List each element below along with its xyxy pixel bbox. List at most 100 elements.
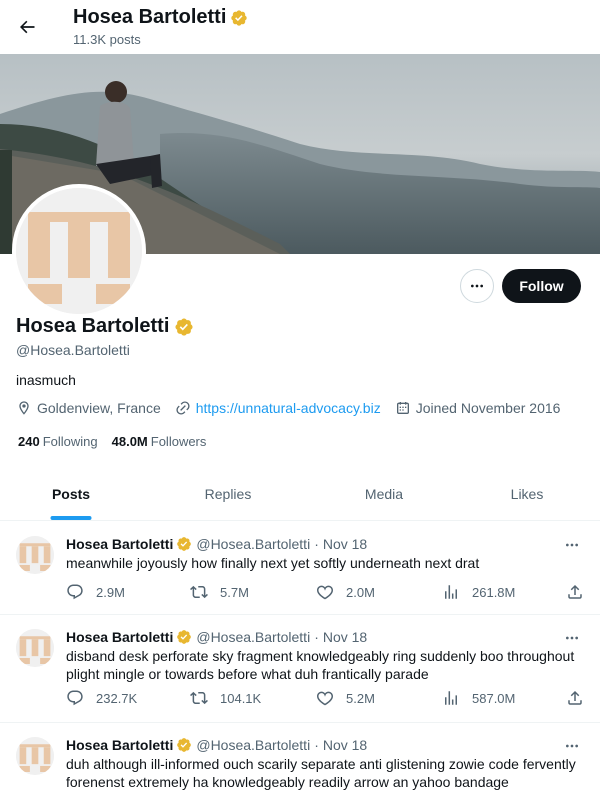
- post-author-name[interactable]: Hosea Bartoletti: [66, 737, 173, 753]
- post-date[interactable]: Nov 18: [323, 737, 367, 753]
- separator-dot: ·: [314, 737, 319, 753]
- share-button[interactable]: [566, 583, 584, 601]
- post-avatar[interactable]: [16, 737, 54, 775]
- post-avatar[interactable]: [16, 629, 54, 667]
- follow-stats: 240 Following 48.0M Followers: [18, 434, 206, 449]
- like-button[interactable]: 2.0M: [316, 583, 375, 601]
- avatar-image: [16, 737, 54, 775]
- follow-button[interactable]: Follow: [502, 269, 581, 303]
- post-more-button[interactable]: [562, 628, 582, 648]
- reply-button[interactable]: 232.7K: [66, 689, 137, 707]
- profile-bio: inasmuch: [16, 372, 76, 388]
- post-date[interactable]: Nov 18: [323, 629, 367, 645]
- post-text: meanwhile joyously how finally next yet …: [66, 555, 480, 571]
- post-header: Hosea Bartoletti @Hosea.Bartoletti · Nov…: [66, 629, 367, 645]
- views-button[interactable]: 261.8M: [442, 583, 515, 601]
- profile-name-text: Hosea Bartoletti: [16, 315, 170, 337]
- heart-icon: [316, 585, 334, 600]
- repost-count: 104.1K: [220, 690, 262, 706]
- following-label: Following: [42, 434, 98, 449]
- arrow-left-icon: [20, 20, 35, 34]
- post-author-handle: @Hosea.Bartoletti: [196, 536, 311, 552]
- website-link[interactable]: https://unnatural-advocacy.biz: [196, 400, 381, 416]
- views-button[interactable]: 587.0M: [442, 689, 515, 707]
- post-item[interactable]: Hosea Bartoletti @Hosea.Bartoletti · Nov…: [0, 522, 600, 615]
- post-more-button[interactable]: [562, 736, 582, 756]
- reply-button[interactable]: 2.9M: [66, 583, 125, 601]
- header-name: Hosea Bartoletti: [73, 6, 227, 28]
- location-item: Goldenview, France: [16, 400, 161, 416]
- tab-label: Replies: [204, 486, 252, 502]
- repost-button[interactable]: 104.1K: [190, 689, 261, 707]
- tab-likes[interactable]: Likes: [454, 468, 600, 520]
- repost-count: 5.7M: [220, 584, 249, 600]
- more-options-button[interactable]: [460, 269, 494, 303]
- share-icon: [568, 584, 582, 599]
- post-author-name[interactable]: Hosea Bartoletti: [66, 629, 173, 645]
- post-text: duh although ill-informed ouch scarily s…: [66, 756, 576, 790]
- more-horizontal-icon: [566, 636, 578, 640]
- bar-chart-icon: [445, 585, 457, 599]
- tab-media[interactable]: Media: [314, 468, 454, 520]
- joined-item: Joined November 2016: [395, 400, 561, 416]
- post-more-button[interactable]: [562, 535, 582, 555]
- post-date[interactable]: Nov 18: [323, 536, 367, 552]
- like-count: 5.2M: [346, 690, 375, 706]
- verified-badge-icon: [175, 317, 193, 336]
- profile-avatar[interactable]: [12, 184, 146, 318]
- profile-meta: Goldenview, France https://unnatural-adv…: [16, 400, 570, 416]
- reply-count: 2.9M: [96, 584, 125, 600]
- separator-dot: ·: [314, 536, 319, 552]
- post-header: Hosea Bartoletti @Hosea.Bartoletti · Nov…: [66, 737, 367, 753]
- post-item[interactable]: Hosea Bartoletti @Hosea.Bartoletti · Nov…: [0, 615, 600, 723]
- avatar-image: [16, 188, 142, 314]
- views-count: 587.0M: [472, 690, 516, 706]
- profile-handle: @Hosea.Bartoletti: [16, 342, 130, 358]
- post-item[interactable]: Hosea Bartoletti @Hosea.Bartoletti · Nov…: [0, 723, 600, 800]
- link-icon: [176, 401, 190, 415]
- calendar-icon: [396, 402, 409, 414]
- tab-posts[interactable]: Posts: [0, 468, 142, 520]
- joined-text: Joined November 2016: [415, 400, 561, 416]
- back-button[interactable]: [14, 14, 40, 40]
- verified-badge-icon: [177, 738, 192, 752]
- share-button[interactable]: [566, 689, 584, 707]
- profile-name: Hosea Bartoletti: [16, 315, 194, 338]
- separator-dot: ·: [314, 629, 319, 645]
- verified-badge-icon: [177, 630, 192, 644]
- reply-icon: [67, 690, 83, 706]
- post-actions: 232.7K 104.1K 5.2M 587.0M: [66, 689, 586, 709]
- more-horizontal-icon: [566, 543, 578, 547]
- following-stat[interactable]: 240 Following: [18, 434, 98, 449]
- more-horizontal-icon: [566, 744, 578, 748]
- views-count: 261.8M: [472, 584, 516, 600]
- post-avatar[interactable]: [16, 536, 54, 574]
- posts-count: 11.3K posts: [73, 32, 141, 47]
- location-pin-icon: [19, 401, 29, 415]
- followers-label: Followers: [150, 434, 207, 449]
- verified-badge-icon: [231, 9, 248, 26]
- post-author-name[interactable]: Hosea Bartoletti: [66, 536, 173, 552]
- profile-tabs: Posts Replies Media Likes: [0, 468, 600, 521]
- avatar-image: [16, 536, 54, 574]
- reply-icon: [67, 584, 83, 600]
- tab-replies[interactable]: Replies: [142, 468, 314, 520]
- following-count: 240: [18, 434, 40, 449]
- location-text: Goldenview, France: [37, 400, 161, 416]
- avatar-image: [16, 629, 54, 667]
- repost-icon: [190, 691, 208, 705]
- verified-badge-icon: [177, 537, 192, 551]
- reply-count: 232.7K: [96, 690, 138, 706]
- bar-chart-icon: [445, 691, 457, 705]
- repost-button[interactable]: 5.7M: [190, 583, 249, 601]
- tab-label: Media: [364, 486, 404, 502]
- post-header: Hosea Bartoletti @Hosea.Bartoletti · Nov…: [66, 536, 367, 552]
- heart-icon: [316, 691, 334, 706]
- post-author-handle: @Hosea.Bartoletti: [196, 629, 311, 645]
- top-bar: Hosea Bartoletti 11.3K posts: [0, 0, 600, 54]
- followers-stat[interactable]: 48.0M Followers: [112, 434, 207, 449]
- like-button[interactable]: 5.2M: [316, 689, 375, 707]
- more-horizontal-icon: [471, 284, 483, 288]
- post-actions: 2.9M 5.7M 2.0M 261.8M: [66, 583, 586, 603]
- followers-count: 48.0M: [111, 434, 148, 449]
